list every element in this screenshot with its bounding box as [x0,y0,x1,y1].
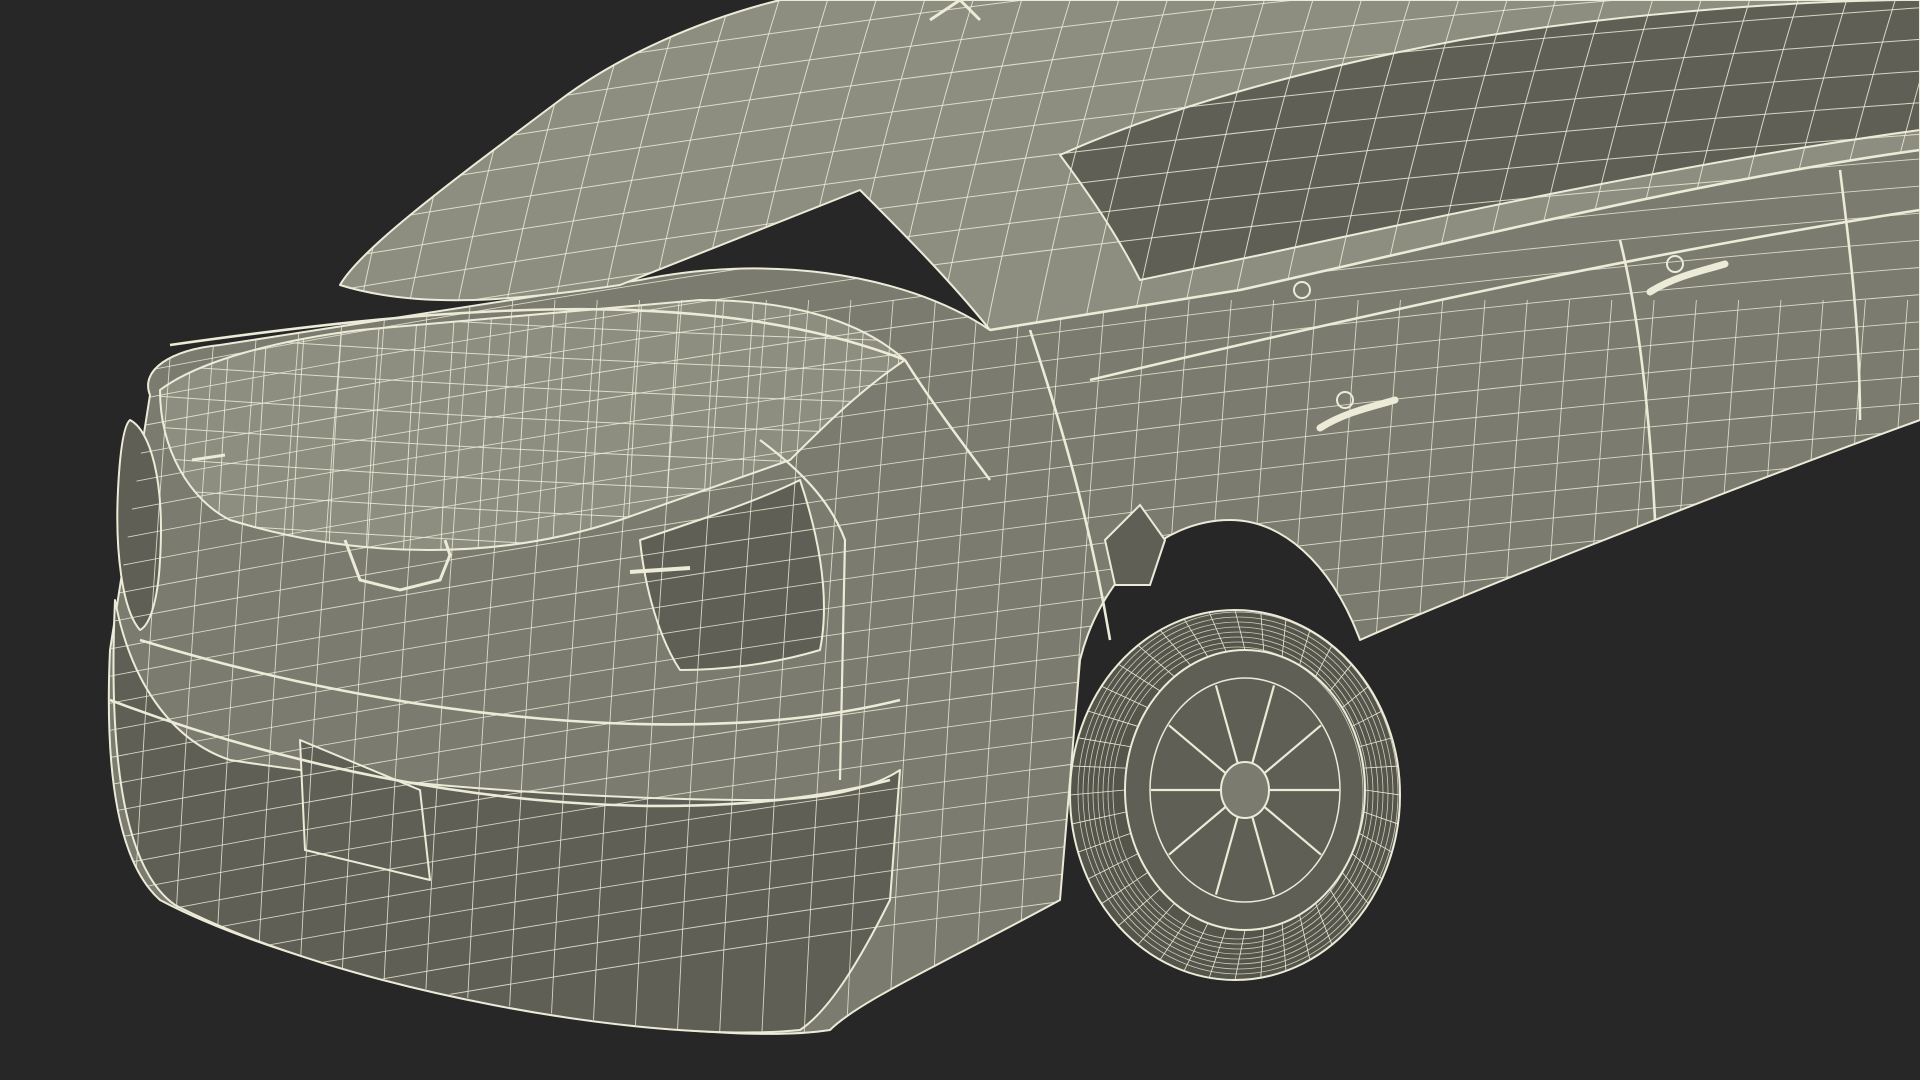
rear-wheel [1069,609,1401,981]
wireframe-render [0,0,1920,1080]
render-viewport [0,0,1920,1080]
